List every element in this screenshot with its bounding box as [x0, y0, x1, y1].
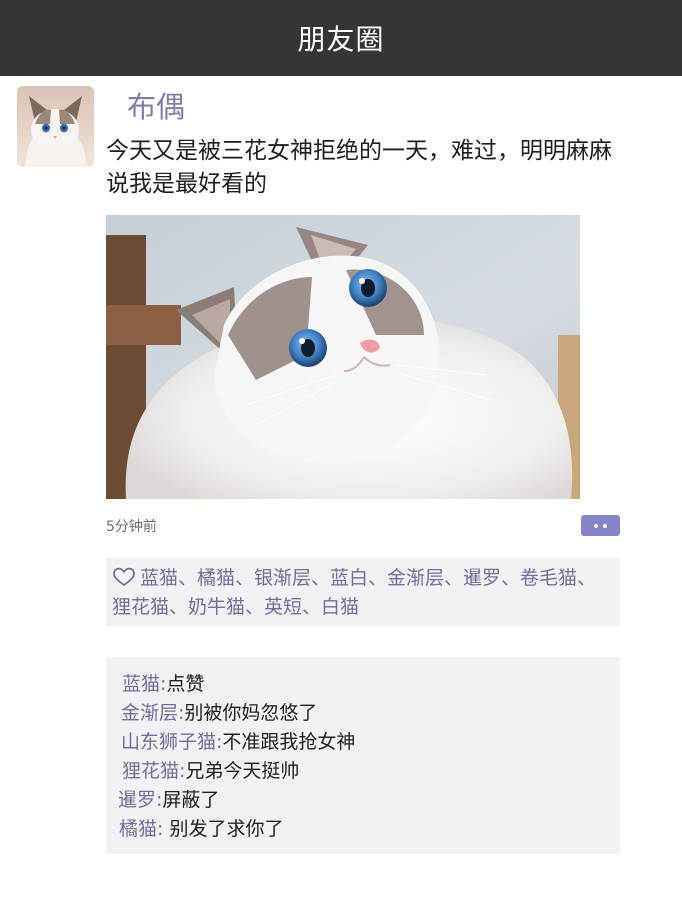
- comment-text: 别被你妈忽悠了: [184, 702, 318, 724]
- top-bar: 朋友圈: [0, 0, 682, 76]
- comment-text: 点赞: [166, 673, 205, 695]
- comment-text: 屏蔽了: [162, 789, 220, 811]
- comment-author[interactable]: 狸花猫:: [122, 760, 185, 782]
- comment-author[interactable]: 金渐层:: [121, 702, 184, 724]
- cat-photo-image: [106, 215, 580, 499]
- comment-item[interactable]: 蓝猫:点赞: [118, 670, 620, 699]
- more-dots-icon: [603, 523, 607, 528]
- comment-author[interactable]: 蓝猫:: [122, 673, 166, 695]
- likes-list: 蓝猫、橘猫、银渐层、蓝白、金渐层、暹罗、卷毛猫、狸花猫、奶牛猫、英短、白猫: [112, 567, 597, 618]
- post-text: 今天又是被三花女神拒绝的一天，难过，明明麻麻说我是最好看的: [106, 138, 612, 197]
- comment-author[interactable]: 山东狮子猫:: [121, 731, 222, 753]
- avatar-cat-image: [17, 86, 94, 167]
- post-time: 5分钟前: [106, 519, 157, 535]
- page-title: 朋友圈: [297, 23, 385, 56]
- post-author-name[interactable]: 布偶: [127, 90, 185, 124]
- likes-panel: 蓝猫、橘猫、银渐层、蓝白、金渐层、暹罗、卷毛猫、狸花猫、奶牛猫、英短、白猫: [106, 558, 620, 626]
- comment-item[interactable]: 橘猫: 别发了求你了: [118, 815, 620, 844]
- avatar[interactable]: [17, 86, 94, 167]
- comment-item[interactable]: 暹罗:屏蔽了: [118, 786, 620, 815]
- comment-text: 不准跟我抢女神: [222, 731, 356, 753]
- comment-item[interactable]: 山东狮子猫:不准跟我抢女神: [118, 728, 620, 757]
- more-dots-icon: [594, 523, 598, 528]
- comment-item[interactable]: 金渐层:别被你妈忽悠了: [118, 699, 620, 728]
- comment-text: 别发了求你了: [163, 818, 284, 840]
- more-actions-button[interactable]: [581, 515, 620, 536]
- heart-icon: [113, 567, 135, 587]
- comment-author[interactable]: 暹罗:: [118, 789, 162, 811]
- comments-panel: 蓝猫:点赞 金渐层:别被你妈忽悠了 山东狮子猫:不准跟我抢女神 狸花猫:兄弟今天…: [106, 657, 620, 854]
- comment-text: 兄弟今天挺帅: [185, 760, 300, 782]
- post-photo[interactable]: [106, 215, 580, 499]
- comment-item[interactable]: 狸花猫:兄弟今天挺帅: [118, 757, 620, 786]
- comment-author[interactable]: 橘猫:: [119, 818, 163, 840]
